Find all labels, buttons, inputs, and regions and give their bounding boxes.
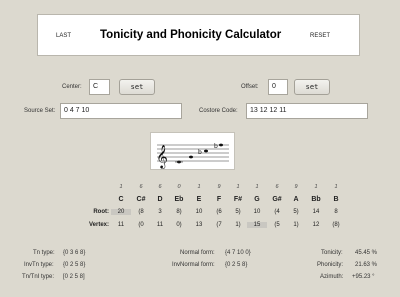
center-input[interactable]: C <box>89 79 110 95</box>
tonicity-value: 45.45 % <box>355 250 378 256</box>
staff-notation-icon: 𝄞 b b <box>156 143 229 169</box>
vertex-value: 12 <box>312 222 320 228</box>
note-header[interactable]: B <box>326 196 346 203</box>
azimuth-value: +95.23 ° <box>352 274 375 280</box>
reset-button[interactable]: RESET <box>310 33 330 39</box>
interval-count: 1 <box>119 184 123 190</box>
inv-tn-type-value: {0 2 5 8} <box>63 262 86 268</box>
root-value: (4 <box>274 209 280 215</box>
note-header[interactable]: F <box>209 196 229 203</box>
note-header[interactable]: C <box>111 196 131 203</box>
root-value: 8) <box>176 209 182 215</box>
tn-tni-type-label: Tn/TnI type: <box>22 274 55 280</box>
root-row-label: Root: <box>93 209 109 215</box>
svg-text:b: b <box>198 149 202 156</box>
costore-code-input[interactable]: 13 12 12 11 <box>246 103 368 119</box>
page-title: Tonicity and Phonicity Calculator <box>100 29 282 41</box>
vertex-value: (0 <box>138 222 144 228</box>
inv-tn-type-label: InvTn type: <box>24 262 54 268</box>
svg-text:𝄞: 𝄞 <box>156 144 168 169</box>
root-value: 10 <box>253 209 261 215</box>
note-header[interactable]: G <box>247 196 267 203</box>
inv-normal-form-label: InvNormal form: <box>172 262 215 268</box>
note-header[interactable]: G# <box>267 196 287 203</box>
center-set-button[interactable]: set <box>119 79 155 95</box>
vertex-value: (7 <box>216 222 222 228</box>
interval-count: 1 <box>255 184 259 190</box>
interval-count: 9 <box>294 184 298 190</box>
offset-set-button[interactable]: set <box>294 79 330 95</box>
costore-code-label: Costore Code: <box>199 108 238 114</box>
title-bar: LAST Tonicity and Phonicity Calculator R… <box>37 14 360 56</box>
offset-input[interactable]: 0 <box>268 79 288 95</box>
vertex-row-label: Vertex: <box>88 222 109 228</box>
offset-label: Offset: <box>241 84 259 90</box>
inv-normal-form-value: {0 2 5 8} <box>225 262 248 268</box>
center-label: Center: <box>62 84 82 90</box>
vertex-value: (8) <box>332 222 340 228</box>
root-value: 20 <box>111 209 131 215</box>
normal-form-value: {4 7 10 0} <box>225 250 251 256</box>
interval-count: 6 <box>158 184 162 190</box>
vertex-value: 15 <box>247 222 267 228</box>
phonicity-label: Phonicity: <box>317 262 344 268</box>
source-set-input[interactable]: 0 4 7 10 <box>60 103 182 119</box>
interval-count: 9 <box>217 184 221 190</box>
vertex-value: 1) <box>235 222 241 228</box>
root-value: (8 <box>138 209 144 215</box>
azimuth-label: Azimuth: <box>320 274 344 280</box>
vertex-value: 1) <box>293 222 299 228</box>
root-value: 5) <box>293 209 299 215</box>
tonicity-label: Tonicity: <box>321 250 343 256</box>
root-value: (6 <box>216 209 222 215</box>
root-value: 5) <box>235 209 241 215</box>
note-header[interactable]: Eb <box>169 196 189 203</box>
root-value: 8 <box>334 209 338 215</box>
note-header[interactable]: E <box>189 196 209 203</box>
root-value: 3 <box>158 209 162 215</box>
vertex-value: 11 <box>156 222 164 228</box>
interval-count: 1 <box>314 184 318 190</box>
note-header[interactable]: A <box>286 196 306 203</box>
interval-count: 1 <box>334 184 338 190</box>
note-header[interactable]: D <box>150 196 170 203</box>
note-header[interactable]: C# <box>131 196 151 203</box>
root-value: 14 <box>312 209 320 215</box>
interval-count: 6 <box>139 184 143 190</box>
note-header[interactable]: Bb <box>306 196 326 203</box>
note-header[interactable]: F# <box>228 196 248 203</box>
interval-count: 0 <box>177 184 181 190</box>
phonicity-value: 21.63 % <box>355 262 378 268</box>
music-staff-image: 𝄞 b b <box>150 132 235 170</box>
vertex-value: 13 <box>195 222 203 228</box>
source-set-label: Source Set: <box>24 108 56 114</box>
normal-form-label: Normal form: <box>180 250 215 256</box>
root-value: 10 <box>195 209 203 215</box>
interval-count: 6 <box>275 184 279 190</box>
vertex-value: 11 <box>117 222 125 228</box>
interval-count: 1 <box>236 184 240 190</box>
tn-type-label: Tn type: <box>33 250 55 256</box>
interval-count: 1 <box>197 184 201 190</box>
vertex-value: (5 <box>274 222 280 228</box>
pitch-grid: 1 6 6 0 1 9 1 1 6 9 1 1 C C# D Eb E F F# G G# A Bb B 20 (8 3 8) 10 (6… <box>89 184 371 234</box>
last-button[interactable]: LAST <box>56 33 71 39</box>
vertex-value: 0) <box>176 222 182 228</box>
svg-text:b: b <box>214 143 218 150</box>
tn-type-value: {0 3 6 8} <box>63 250 86 256</box>
tn-tni-type-value: [0 2 5 8] <box>63 274 85 280</box>
